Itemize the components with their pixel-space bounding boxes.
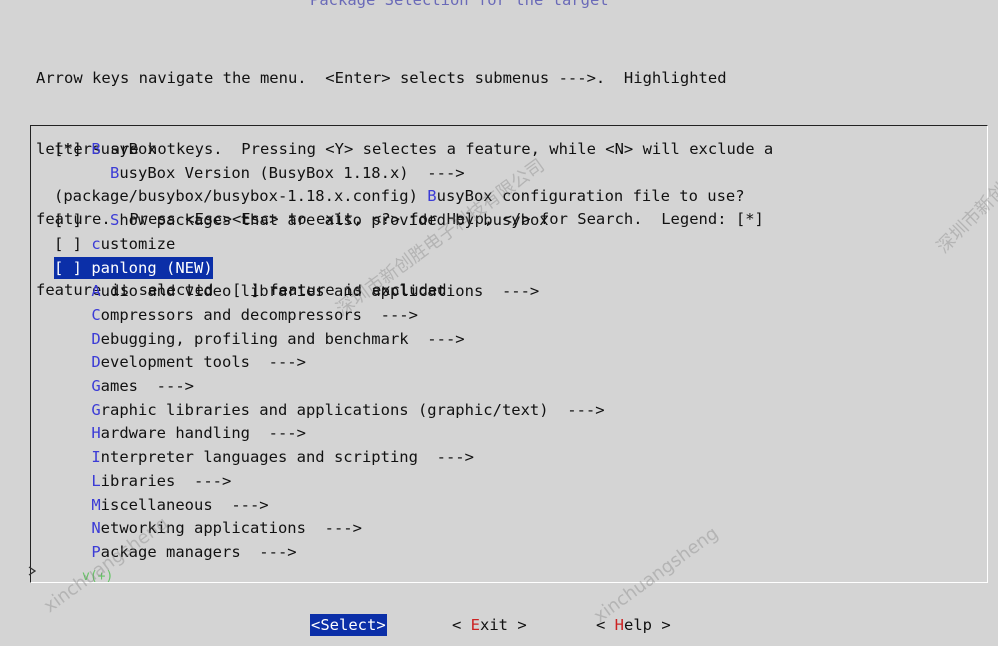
menu-item-hotkey: L xyxy=(91,471,101,490)
menu-item-hotkey: C xyxy=(91,305,101,324)
button-bracket: > xyxy=(508,616,527,634)
menu-item-label: ustomize xyxy=(100,234,176,253)
menu-item-prefix: [*] xyxy=(54,140,92,158)
menu-item-hotkey: D xyxy=(91,329,101,348)
menu-item[interactable]: Audio and video libraries and applicatio… xyxy=(54,280,539,302)
exit-button-label: xit xyxy=(480,616,509,634)
menu-item[interactable]: Games ---> xyxy=(54,375,194,397)
menu-item-label: usyBox Version (BusyBox 1.18.x) ---> xyxy=(119,163,465,182)
menu-item-label: nterpreter languages and scripting ---> xyxy=(100,448,474,467)
menu-item-hotkey: p xyxy=(91,258,101,277)
menu-item-hotkey: P xyxy=(91,542,101,561)
scroll-down-icon xyxy=(28,566,36,576)
button-bracket: < xyxy=(311,616,321,634)
menu-item-label: ackage managers ---> xyxy=(100,542,297,561)
menu-item-label: iscellaneous ---> xyxy=(100,495,269,514)
button-bracket: < xyxy=(452,616,471,634)
menu-item[interactable]: Package managers ---> xyxy=(54,541,297,563)
menu-item-prefix xyxy=(54,353,91,371)
menu-item-hotkey: G xyxy=(91,377,101,395)
menu-item-label: usyBox configuration file to use? xyxy=(436,187,745,206)
help-button[interactable]: < Help > xyxy=(596,614,671,636)
menu-item-hotkey: S xyxy=(110,211,120,230)
menu-item[interactable]: Compressors and decompressors ---> xyxy=(54,304,418,326)
menu-item[interactable]: Development tools ---> xyxy=(54,351,306,373)
menu-item-hotkey: D xyxy=(91,353,101,372)
menu-item[interactable]: (package/busybox/busybox-1.18.x.config) … xyxy=(54,185,745,207)
button-bracket: < xyxy=(596,616,615,634)
menu-item-label: how packages that are also provided by b… xyxy=(119,211,549,230)
menu-item[interactable]: BusyBox Version (BusyBox 1.18.x) ---> xyxy=(54,162,465,184)
menu-item-label: ompressors and decompressors ---> xyxy=(100,305,418,324)
menu-item-hotkey: M xyxy=(91,495,101,514)
menu-item-label: ardware handling ---> xyxy=(100,424,306,443)
menu-item-label: anlong (NEW) xyxy=(100,258,213,277)
menu-item-prefix xyxy=(54,377,91,395)
menu-item[interactable]: Miscellaneous ---> xyxy=(54,494,269,516)
menu-item-label: ames ---> xyxy=(100,377,194,395)
menu-item-label: usyBox xyxy=(100,140,157,158)
menu-item-hotkey: N xyxy=(91,519,101,538)
menu-item-hotkey: A xyxy=(91,282,101,301)
menu-item-prefix xyxy=(54,472,91,490)
exit-hotkey: E xyxy=(470,616,481,634)
menu-item[interactable]: Hardware handling ---> xyxy=(54,422,306,444)
dialog-title: Package Selection for the target xyxy=(310,0,609,9)
menu-item-prefix xyxy=(54,306,91,324)
menu-item-hotkey: c xyxy=(91,234,101,253)
button-bracket: > xyxy=(376,616,386,634)
menu-item-hotkey: B xyxy=(91,140,101,158)
menu-item[interactable]: Networking applications ---> xyxy=(54,517,362,539)
menu-item-prefix: [ ] xyxy=(54,211,110,230)
menu-item[interactable]: Libraries ---> xyxy=(54,470,231,492)
menu-item[interactable]: Debugging, profiling and benchmark ---> xyxy=(54,328,465,350)
menu-item-label: raphic libraries and applications (graph… xyxy=(100,400,605,419)
menu-item-label: udio and video libraries and application… xyxy=(100,282,540,301)
menu-item[interactable]: [ ] Show packages that are also provided… xyxy=(54,209,549,231)
menu-item-label: etworking applications ---> xyxy=(100,519,362,538)
legend-line: Arrow keys navigate the menu. <Enter> se… xyxy=(36,69,727,87)
menu-item-prefix: [ ] xyxy=(54,234,92,253)
menu-item[interactable]: [ ] customize xyxy=(54,233,175,255)
menu-item-prefix xyxy=(54,282,91,300)
menu-item-prefix xyxy=(54,543,91,561)
menu-item-prefix xyxy=(54,448,91,466)
menu-item-hotkey: G xyxy=(91,400,101,419)
help-hotkey: H xyxy=(614,616,625,634)
menu-item-hotkey: B xyxy=(427,187,437,206)
menu-item-prefix xyxy=(54,401,91,419)
menu-item-label: ebugging, profiling and benchmark ---> xyxy=(100,329,465,348)
menu-item-prefix xyxy=(54,424,91,442)
select-button[interactable]: <Select> xyxy=(310,614,387,636)
menu-item-hotkey: B xyxy=(110,163,120,182)
menu-item-prefix xyxy=(54,496,91,514)
button-bracket: > xyxy=(652,616,671,634)
menu-item[interactable]: Graphic libraries and applications (grap… xyxy=(54,399,605,421)
menu-item-prefix xyxy=(54,164,110,182)
menu-item-selected[interactable]: [ ] panlong (NEW) xyxy=(54,256,213,279)
menu-item-label: evelopment tools ---> xyxy=(100,353,306,372)
menu-item-hotkey: I xyxy=(91,448,101,467)
menu-item-prefix xyxy=(54,330,91,348)
menu-item-hotkey: H xyxy=(91,424,101,443)
help-button-label: elp xyxy=(624,616,653,634)
exit-button[interactable]: < Exit > xyxy=(452,614,527,636)
menu-item-prefix: (package/busybox/busybox-1.18.x.config) xyxy=(54,187,428,206)
menu-item[interactable]: [*] BusyBox xyxy=(54,138,157,160)
select-button-label: Select xyxy=(320,616,377,634)
menu-item-prefix xyxy=(54,519,91,537)
menu-item-label: ibraries ---> xyxy=(100,471,232,490)
menu-item[interactable]: Interpreter languages and scripting ---> xyxy=(54,446,474,468)
menu-item-prefix: [ ] xyxy=(54,258,92,277)
more-items-indicator: v(+) xyxy=(82,569,114,584)
